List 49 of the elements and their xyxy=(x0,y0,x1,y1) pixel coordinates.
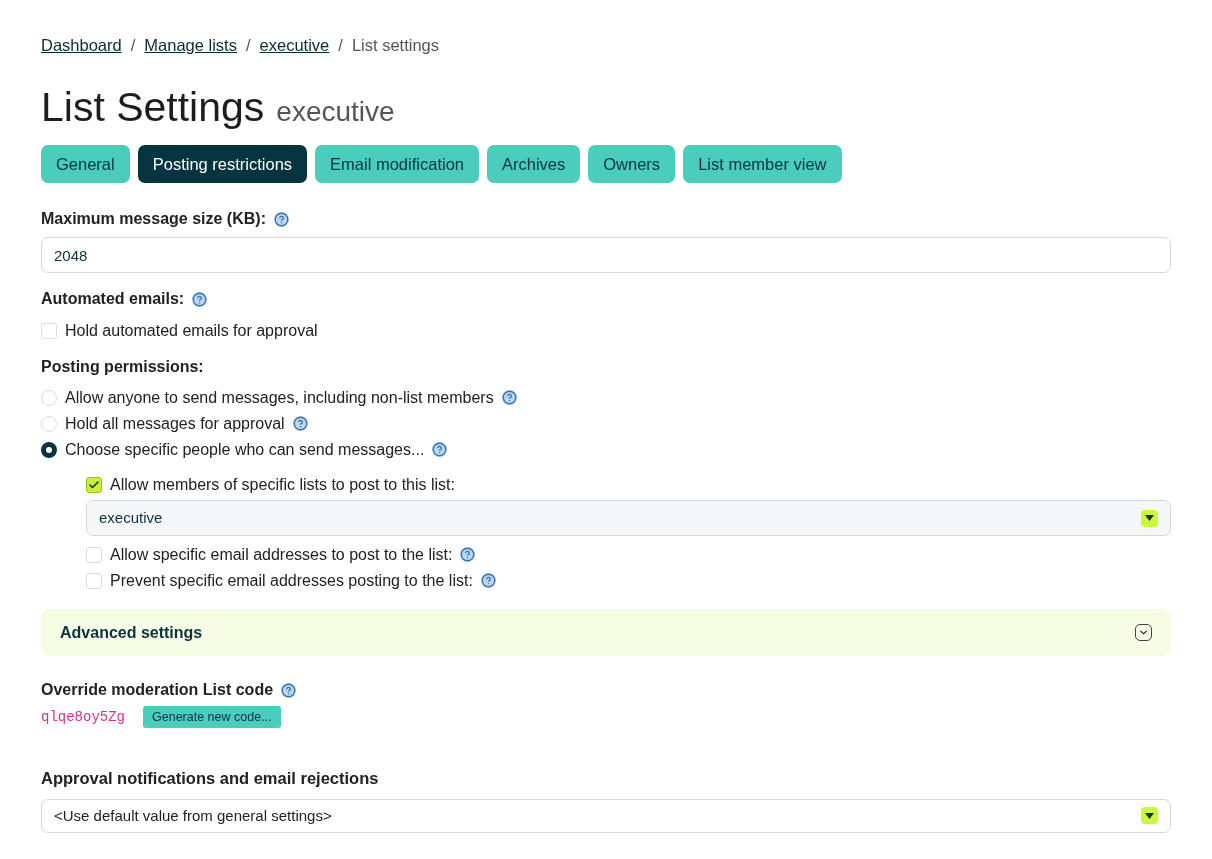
field-label: Posting permissions: xyxy=(41,357,205,377)
breadcrumb-link[interactable]: executive xyxy=(259,33,330,58)
checkbox-label: Allow members of specific lists to post to this list: xyxy=(110,474,455,495)
breadcrumb-current: List settings xyxy=(351,35,439,56)
tab[interactable]: Archives xyxy=(487,145,581,183)
accordion-header[interactable]: Advanced settings xyxy=(41,609,1171,656)
help-icon[interactable] xyxy=(432,442,448,457)
radio-label: Hold all messages for approval xyxy=(65,413,285,434)
caret-icon xyxy=(1141,807,1158,825)
checkbox-label: Prevent specific email addresses posting to the list: xyxy=(110,570,473,591)
help-icon[interactable] xyxy=(273,211,289,227)
generate-code-button[interactable]: Generate new code... xyxy=(143,706,281,728)
breadcrumb-link[interactable]: Dashboard xyxy=(41,33,122,58)
input-field[interactable]: 2048 xyxy=(41,237,1171,273)
select-field[interactable]: executive xyxy=(86,500,1171,536)
radio-label: Choose specific people who can send messages... xyxy=(65,439,425,460)
help-icon[interactable] xyxy=(501,390,517,405)
breadcrumb-separator: / xyxy=(245,35,251,56)
radio-label: Allow anyone to send messages, including non-list members xyxy=(65,387,494,408)
select-field[interactable]: <Use default value from general settings> xyxy=(41,798,1171,833)
breadcrumb-separator: / xyxy=(130,35,136,56)
field-label: Automated emails: xyxy=(41,289,185,309)
checkbox[interactable] xyxy=(86,572,102,589)
breadcrumb-link[interactable]: Manage lists xyxy=(144,33,237,58)
page-title: List Settings xyxy=(41,82,265,132)
check-icon xyxy=(88,478,100,491)
radio-button[interactable] xyxy=(41,441,57,458)
page-subtitle: executive xyxy=(276,94,395,129)
tab[interactable]: Email modification xyxy=(315,145,479,183)
help-icon[interactable] xyxy=(281,682,297,698)
list-code: qlqe8oy5Zg xyxy=(41,707,125,727)
breadcrumb-separator: / xyxy=(338,35,343,56)
tab[interactable]: Owners xyxy=(588,145,676,183)
field-label: Approval notifications and email rejections xyxy=(41,768,380,789)
help-icon[interactable] xyxy=(480,573,496,588)
tab[interactable]: Posting restrictions xyxy=(137,145,308,183)
tab[interactable]: General xyxy=(41,145,130,183)
help-icon[interactable] xyxy=(192,291,208,307)
help-icon[interactable] xyxy=(460,547,476,562)
checkbox[interactable] xyxy=(86,546,102,563)
field-label: Override moderation List code xyxy=(41,680,274,700)
checkbox[interactable] xyxy=(41,323,57,339)
caret-icon xyxy=(1141,509,1158,527)
checkbox-label: Allow specific email addresses to post to the list: xyxy=(110,544,453,565)
field-label: Maximum message size (KB): xyxy=(41,209,266,229)
tab[interactable]: List member view xyxy=(683,145,842,183)
checkbox-label: Hold automated emails for approval xyxy=(65,321,318,341)
checkbox[interactable] xyxy=(86,476,102,493)
help-icon[interactable] xyxy=(292,416,308,431)
